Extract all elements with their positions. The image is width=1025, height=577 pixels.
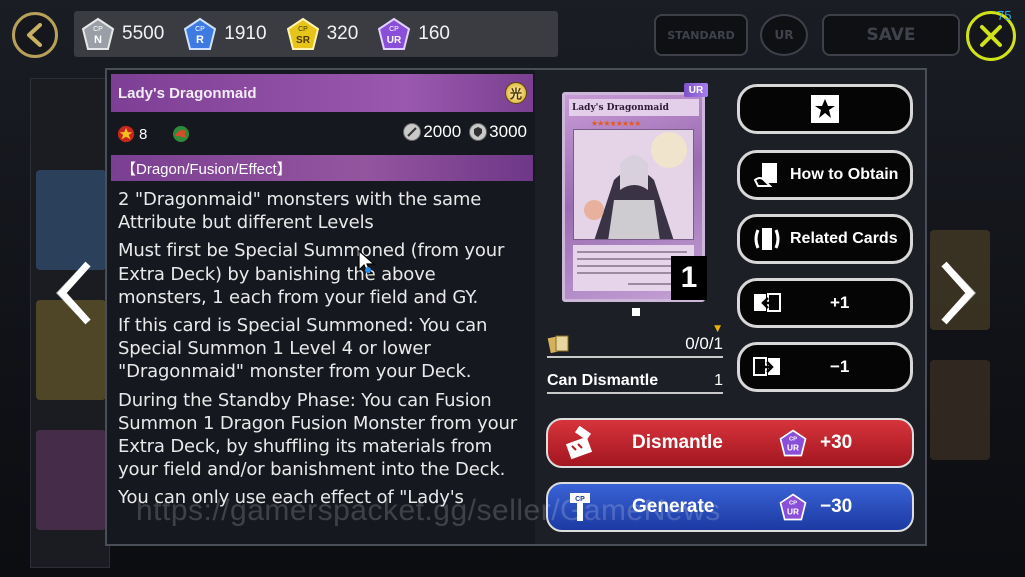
background-card	[930, 360, 990, 460]
card-detail-modal: Lady's Dragonmaid 光 8 2000 3000 【Dragon/…	[105, 68, 927, 546]
card-type-line: 【Dragon/Fusion/Effect】	[121, 160, 292, 178]
svg-text:UR: UR	[787, 443, 799, 453]
currency-sr-value: 320	[326, 23, 359, 44]
related-cards-button[interactable]: Related Cards	[737, 214, 913, 264]
card-level-stars: ★★★★★★★★	[591, 119, 641, 128]
how-to-obtain-button[interactable]: How to Obtain	[737, 150, 913, 200]
dragon-type-icon	[173, 126, 190, 142]
card-art-title: Lady's Dragonmaid	[569, 99, 699, 116]
previous-card-arrow-icon[interactable]	[52, 258, 96, 328]
cp-n-gem-icon: CPN	[81, 17, 115, 50]
def-value: 3000	[489, 122, 527, 141]
currency-r: CP R 1910	[182, 17, 267, 51]
mouse-cursor-icon	[358, 250, 376, 275]
currency-r-value: 1910	[224, 23, 267, 44]
owned-indicator-icon: ▼	[714, 324, 721, 334]
card-name: Lady's Dragonmaid	[118, 84, 257, 102]
level-star-icon	[117, 125, 135, 143]
cp-ur-gem-icon: CP UR	[378, 17, 411, 50]
def-shield-icon	[469, 123, 488, 141]
add-to-deck-button[interactable]: +1	[737, 278, 913, 328]
cp-r-gem-icon: CPR	[184, 17, 217, 50]
svg-text:CP: CP	[389, 26, 399, 33]
watermark-text: https://gamerspacket.gg/seller/GameNews	[136, 494, 721, 527]
atk-value: 2000	[423, 122, 462, 141]
generate-amount: −30	[820, 496, 853, 517]
star-bookmark-icon	[811, 95, 839, 123]
ur-filter-button[interactable]: UR	[760, 14, 808, 56]
chevron-left-icon	[27, 23, 42, 47]
back-button[interactable]	[12, 12, 58, 58]
card-name-bar: Lady's Dragonmaid 光	[111, 74, 533, 112]
hand-card-icon	[753, 163, 777, 187]
svg-text:SR: SR	[296, 35, 311, 46]
currency-ur-value: 160	[418, 23, 450, 44]
hammer-dismantle-icon	[565, 426, 593, 460]
description-paragraph: During the Standby Phase: You can Fusion…	[118, 389, 518, 481]
owned-row: ▼ 0/0/1	[547, 324, 723, 358]
currency-n-value: 5500	[122, 23, 165, 44]
currency-n: CP N 5500	[80, 17, 164, 51]
dismantle-label: Dismantle	[632, 432, 723, 453]
dismantle-amount: +30	[820, 432, 853, 453]
description-paragraph: Must first be Special Summoned (from you…	[118, 240, 505, 308]
can-dismantle-label: Can Dismantle	[547, 372, 659, 389]
rarity-badge: UR	[684, 83, 708, 97]
card-type-bar: 【Dragon/Fusion/Effect】	[111, 155, 533, 181]
save-button[interactable]: SAVE	[822, 14, 960, 56]
currency-ur: CP UR 160	[376, 17, 450, 51]
close-icon	[980, 25, 1002, 47]
favorite-button[interactable]	[737, 84, 913, 134]
card-info-pane: Lady's Dragonmaid 光 8 2000 3000 【Dragon/…	[107, 70, 535, 544]
svg-text:UR: UR	[787, 507, 799, 517]
copies-count: 1	[671, 256, 707, 300]
remove-one-label: −1	[830, 357, 850, 376]
card-text-line	[577, 251, 687, 253]
add-one-label: +1	[830, 293, 850, 312]
related-cards-icon	[754, 228, 780, 250]
description-paragraph: If this card is Special Summoned: You ca…	[118, 315, 488, 383]
svg-text:UR: UR	[387, 35, 402, 46]
svg-text:CP: CP	[298, 26, 308, 33]
svg-text:CP: CP	[789, 501, 797, 507]
light-attribute-icon: 光	[505, 82, 527, 104]
add-card-icon	[754, 293, 781, 312]
owned-cards-icon	[547, 335, 569, 354]
svg-text:N: N	[94, 34, 102, 46]
level-value: 8	[139, 125, 148, 143]
card-illustration	[573, 129, 694, 240]
next-card-arrow-icon[interactable]	[936, 258, 980, 328]
dismantle-button[interactable]: Dismantle CP UR +30	[546, 418, 914, 468]
notification-count: 75	[997, 8, 1012, 23]
card-stats-row: 8 2000 3000	[117, 122, 527, 146]
can-dismantle-row: Can Dismantle 1	[547, 370, 723, 394]
card-description[interactable]: 2 "Dragonmaid" monsters with the same At…	[118, 188, 528, 515]
can-dismantle-count: 1	[714, 372, 723, 389]
background-card	[36, 430, 106, 530]
svg-text:CP: CP	[93, 26, 103, 33]
background-card	[36, 170, 106, 270]
description-paragraph: 2 "Dragonmaid" monsters with the same At…	[118, 189, 482, 234]
related-cards-label: Related Cards	[790, 230, 898, 247]
card-text-line	[577, 265, 682, 267]
atk-def-group: 2000 3000	[403, 122, 527, 142]
owned-value: 0/0/1	[685, 334, 723, 353]
page-indicator-dot	[632, 308, 640, 316]
svg-text:CP: CP	[195, 26, 205, 33]
how-to-obtain-label: How to Obtain	[790, 166, 899, 183]
standard-button[interactable]: STANDARD	[654, 14, 748, 56]
atk-sword-icon	[403, 123, 422, 141]
remove-from-deck-button[interactable]: −1	[737, 342, 913, 392]
remove-card-icon	[753, 357, 780, 376]
currency-bar: CP N 5500 CP R 1910 CP SR 320 CP UR 160	[74, 11, 558, 57]
cp-sr-gem-icon: CP SR	[286, 17, 319, 50]
svg-text:R: R	[196, 34, 204, 46]
dragonmaid-illustration-icon	[574, 130, 693, 239]
cp-ur-gem-icon: CPUR	[779, 429, 807, 457]
currency-sr: CP SR 320	[285, 17, 359, 51]
cp-ur-gem-icon: CPUR	[779, 493, 807, 521]
svg-text:CP: CP	[789, 437, 797, 443]
